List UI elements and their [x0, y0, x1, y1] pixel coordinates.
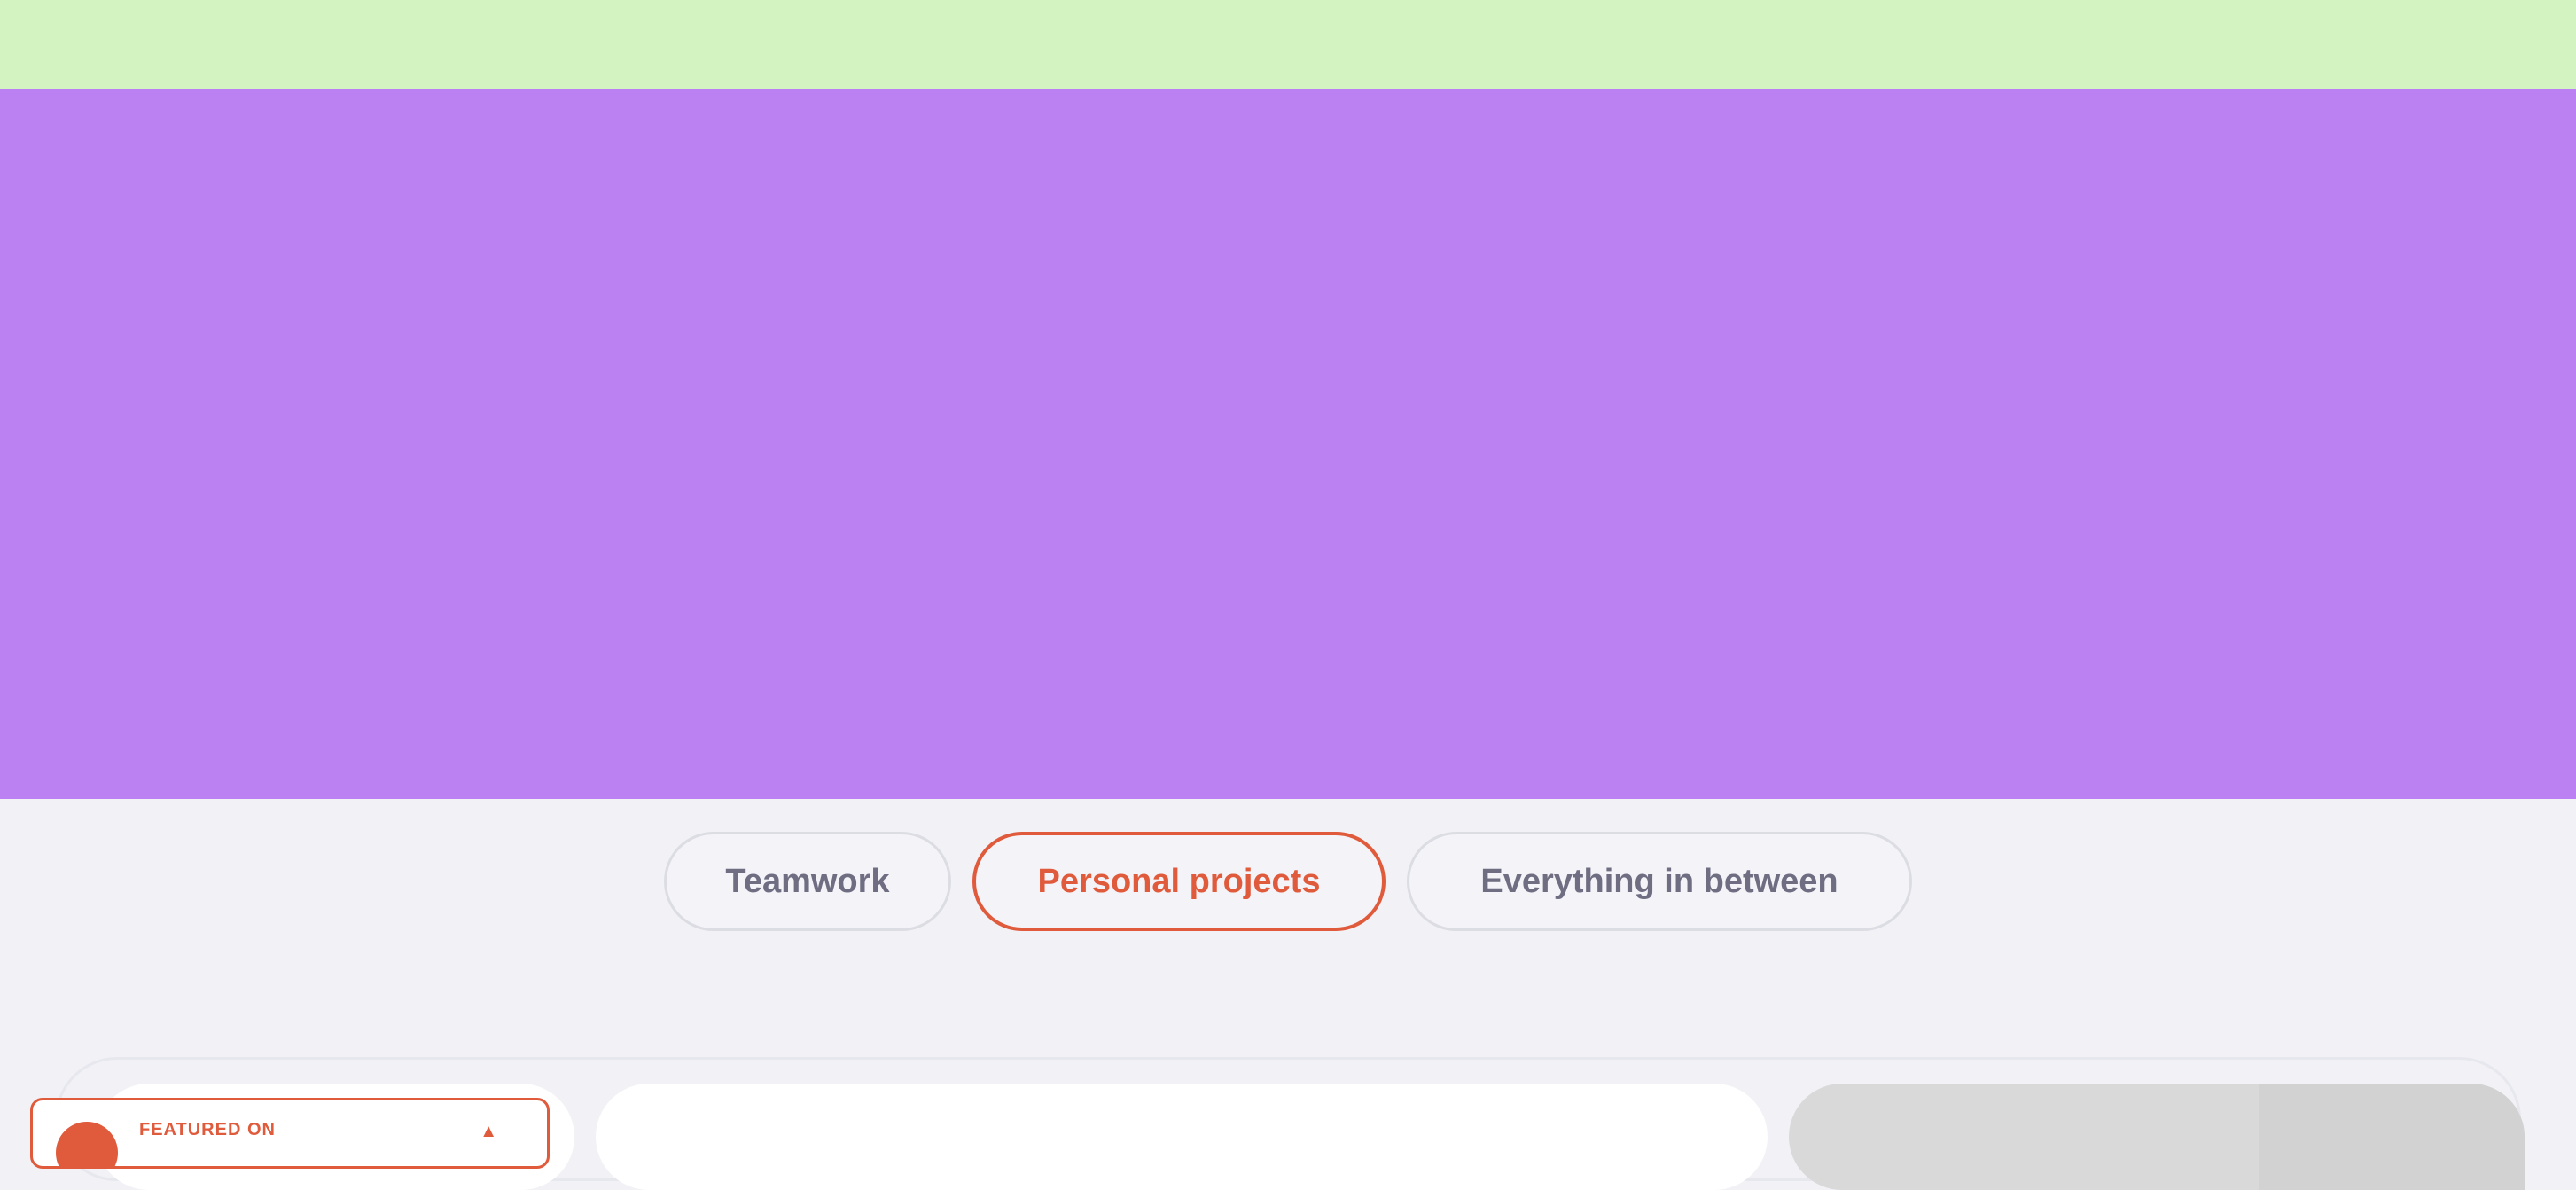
featured-on-badge[interactable]: FEATURED ON ▲ [30, 1098, 550, 1169]
top-announcement-strip [0, 0, 2576, 89]
tab-label: Personal projects [1037, 862, 1321, 900]
showcase-card-center [596, 1084, 1768, 1190]
tab-label: Everything in between [1480, 862, 1838, 900]
tab-label: Teamwork [725, 862, 890, 900]
featured-on-label: FEATURED ON [139, 1120, 276, 1139]
product-hunt-logo-icon [56, 1122, 118, 1166]
showcase-card-right [1789, 1084, 2525, 1190]
hero-banner [0, 89, 2576, 799]
upvote-arrow-icon: ▲ [480, 1122, 497, 1141]
use-case-tabs: Teamwork Personal projects Everything in… [0, 832, 2576, 931]
tab-teamwork[interactable]: Teamwork [664, 832, 951, 931]
tab-everything-in-between[interactable]: Everything in between [1407, 832, 1912, 931]
tab-personal-projects[interactable]: Personal projects [972, 832, 1386, 931]
